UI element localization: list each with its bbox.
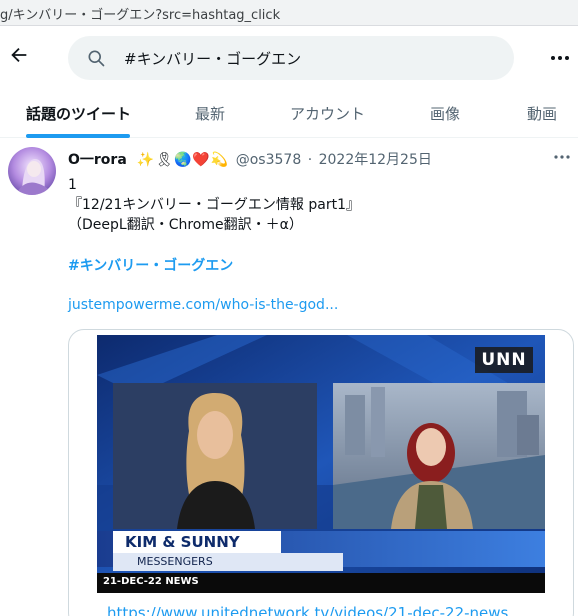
search-icon	[88, 50, 105, 67]
avatar[interactable]	[8, 147, 56, 195]
tab-accounts[interactable]: アカウント	[290, 88, 370, 138]
tweet-text-line: （DeepL翻訳・Chrome翻訳・＋α）	[68, 217, 303, 233]
search-tabs: 話題のツイート 最新 アカウント 画像 動画	[0, 88, 578, 138]
network-logo: UNN	[481, 350, 527, 370]
tweet[interactable]: O一rora ✨🎗🌏❤️💫 @os3578 · 2022年12月25日 1 『12…	[0, 139, 578, 616]
tweet-text-line: 1	[68, 177, 77, 193]
video-date-ticker: 21-DEC-22 NEWS	[103, 576, 199, 587]
tab-latest[interactable]: 最新	[195, 88, 235, 138]
search-input[interactable]	[124, 44, 494, 72]
search-header	[0, 26, 578, 88]
video-ticker: MESSENGERS	[137, 555, 213, 568]
link-card[interactable]: UNN KIM & SUNNY MESSENGERS 21-DEC-22 NEW…	[68, 329, 574, 616]
browser-url-bar[interactable]: g/キンバリー・ゴーグエン?src=hashtag_click	[0, 0, 578, 26]
author-handle[interactable]: @os3578	[236, 152, 302, 168]
meta-separator: ·	[307, 152, 313, 168]
more-options-icon[interactable]	[548, 48, 572, 68]
tweet-more-icon[interactable]	[552, 149, 572, 165]
back-arrow-icon[interactable]	[8, 44, 30, 66]
url-text: g/キンバリー・ゴーグエン?src=hashtag_click	[0, 8, 281, 23]
active-tab-indicator	[26, 134, 130, 138]
tab-images[interactable]: 画像	[430, 88, 470, 138]
video-lower-third: KIM & SUNNY	[125, 533, 240, 551]
tweet-text-line: 『12/21キンバリー・ゴーグエン情報 part1』	[68, 197, 360, 213]
tweet-header: O一rora ✨🎗🌏❤️💫 @os3578 · 2022年12月25日	[68, 149, 432, 169]
tab-label: 画像	[430, 105, 461, 123]
card-link-text[interactable]: https://www.unitednetwork.tv/videos/21-d…	[107, 604, 508, 616]
tab-label: 動画	[527, 105, 558, 123]
hashtag-link[interactable]: #キンバリー・ゴーグエン	[68, 255, 233, 275]
tweet-date[interactable]: 2022年12月25日	[319, 152, 432, 168]
tab-videos[interactable]: 動画	[527, 88, 567, 138]
tab-label: 最新	[195, 105, 226, 123]
tab-label: 話題のツイート	[26, 105, 132, 123]
external-link[interactable]: justempowerme.com/who-is-the-god...	[68, 297, 338, 313]
name-emoji: ✨🎗🌏❤️💫	[136, 152, 230, 168]
author-name[interactable]: O一rora	[68, 152, 127, 168]
tab-label: アカウント	[290, 105, 366, 123]
video-thumbnail[interactable]: UNN KIM & SUNNY MESSENGERS 21-DEC-22 NEW…	[97, 335, 545, 593]
search-box[interactable]	[68, 36, 514, 80]
tab-top-tweets[interactable]: 話題のツイート	[26, 88, 132, 138]
avatar-image	[8, 147, 56, 195]
tweet-text: 1 『12/21キンバリー・ゴーグエン情報 part1』 （DeepL翻訳・Ch…	[68, 175, 568, 235]
